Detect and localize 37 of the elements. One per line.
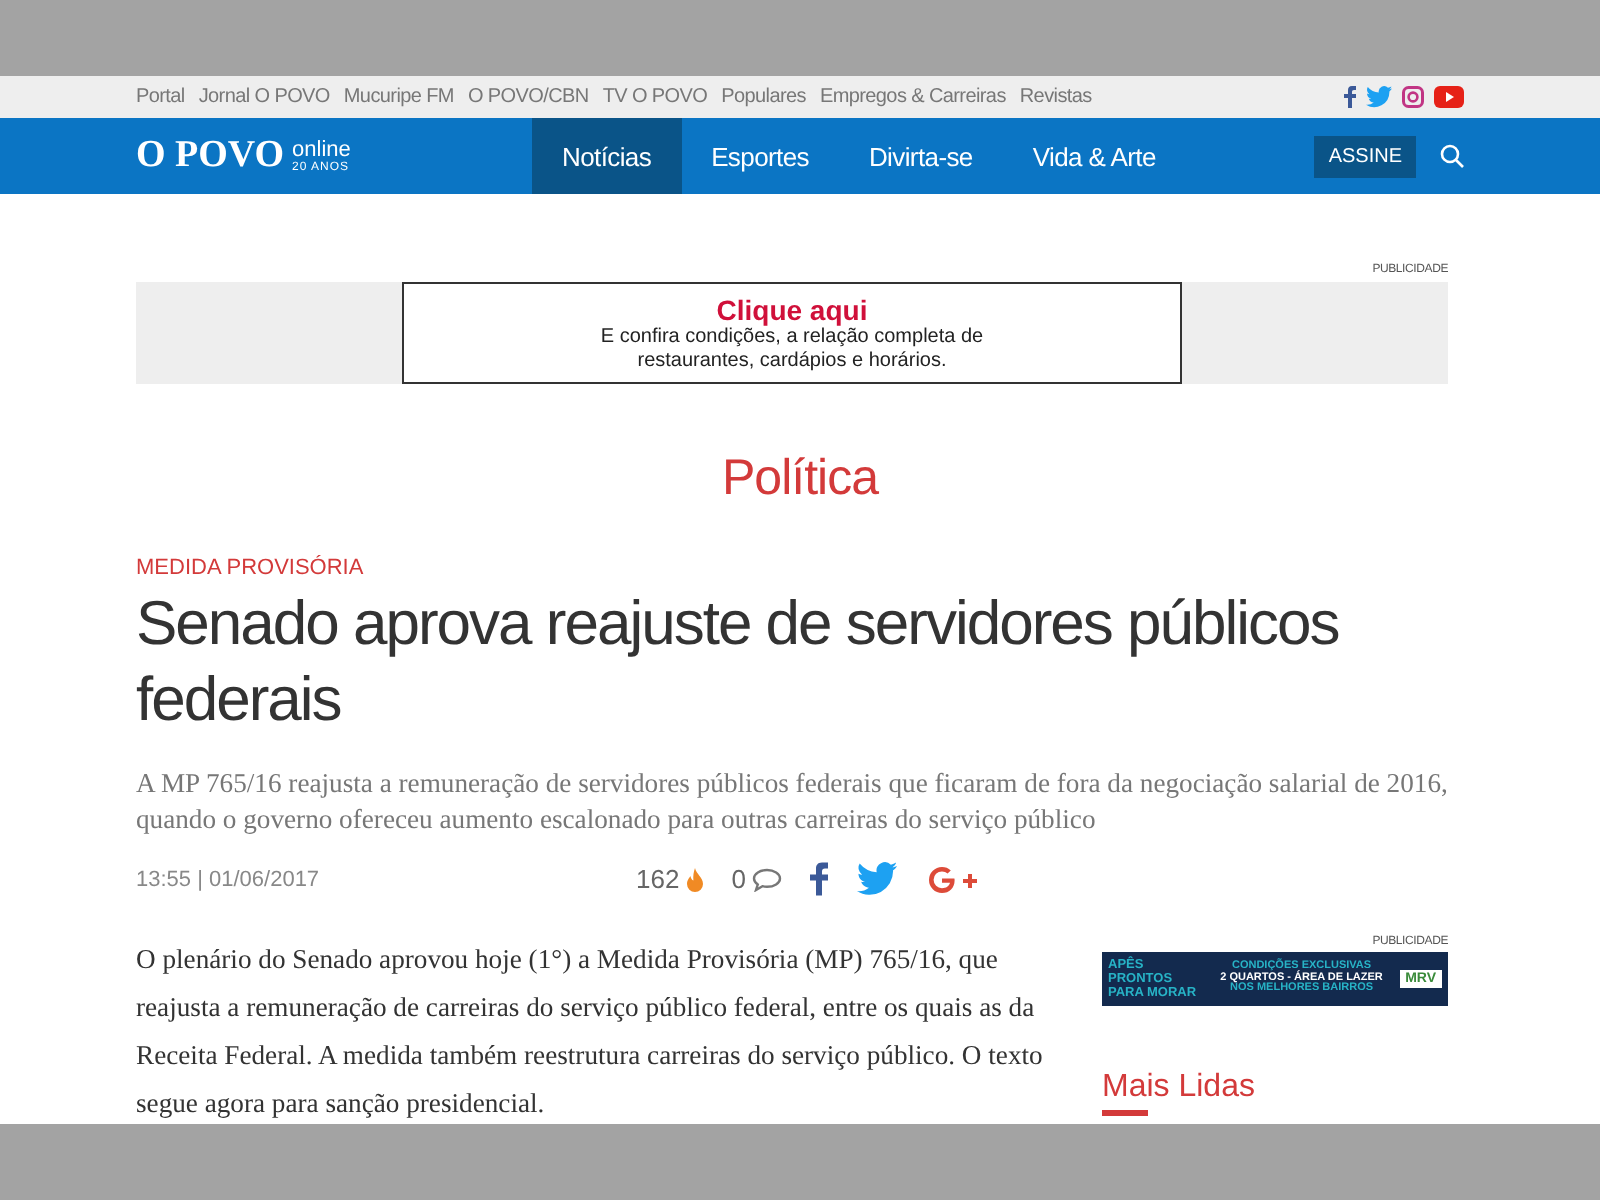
comment-count: 0 bbox=[731, 864, 746, 894]
ad-title: Clique aqui bbox=[716, 293, 868, 325]
view-count: 162 bbox=[636, 864, 680, 894]
article-lede: A MP 765/16 reajusta a remuneração de servidores públicos federais que ficaram de fora da negociação salarial de 2016, quando o governo ofereceu aumento escalonado para outras carreiras do serviço público bbox=[136, 766, 1448, 838]
top-link[interactable]: Portal bbox=[136, 86, 185, 108]
article-headline: Senado aprova reajuste de servidores públicos federais bbox=[136, 586, 1341, 738]
facebook-icon[interactable] bbox=[809, 862, 828, 896]
flame-icon bbox=[685, 867, 704, 891]
speech-bubble-icon[interactable] bbox=[751, 867, 782, 891]
top-link[interactable]: Empregos & Carreiras bbox=[819, 86, 1006, 108]
nav-tab[interactable]: Esportes bbox=[681, 118, 839, 194]
top-link[interactable]: Mucuripe FM bbox=[343, 86, 454, 108]
top-link[interactable]: Revistas bbox=[1019, 86, 1092, 108]
twitter-icon[interactable] bbox=[855, 862, 898, 896]
top-link[interactable]: Jornal O POVO bbox=[198, 86, 330, 108]
top-link[interactable]: O POVO/CBN bbox=[467, 86, 589, 108]
top-link[interactable]: Populares bbox=[721, 86, 806, 108]
twitter-icon[interactable] bbox=[1366, 86, 1392, 108]
subscribe-button[interactable]: ASSINE bbox=[1314, 135, 1416, 177]
facebook-icon[interactable] bbox=[1344, 86, 1356, 108]
search-icon[interactable] bbox=[1440, 144, 1464, 168]
youtube-icon[interactable] bbox=[1434, 86, 1464, 108]
nav-tab[interactable]: Notícias bbox=[532, 118, 682, 194]
most-read-title: Mais Lidas bbox=[1102, 1070, 1255, 1104]
nav-tab[interactable]: Vida & Arte bbox=[1002, 118, 1186, 194]
article-date: 13:55 | 01/06/2017 bbox=[136, 867, 322, 891]
ad-banner[interactable]: Clique aqui E confira condições, a relação completa de restaurantes, cardápios e horários. bbox=[402, 282, 1182, 384]
ad-text: E confira condições, a relação completa de restaurantes, cardápios e horários. bbox=[598, 325, 986, 373]
article-kicker: MEDIDA PROVISÓRIA bbox=[136, 556, 364, 580]
article-body: O plenário do Senado aprovou hoje (1°) a Medida Provisória (MP) 765/16, que reajusta a remuneração de carreiras do serviço público federal, entre os quais as da Receita Federal. A medida também reestrutura carreiras do serviço público. O texto segue agora para sanção presidencial. bbox=[136, 942, 1045, 1122]
top-link[interactable]: TV O POVO bbox=[602, 86, 708, 108]
instagram-icon[interactable] bbox=[1402, 86, 1424, 108]
logo-tagline: online bbox=[292, 139, 351, 161]
google-plus-icon[interactable] bbox=[925, 863, 978, 895]
section-title: Política bbox=[722, 450, 878, 506]
nav-tab[interactable]: Divirta-se bbox=[838, 118, 1003, 194]
logo[interactable]: O POVO bbox=[136, 134, 285, 178]
